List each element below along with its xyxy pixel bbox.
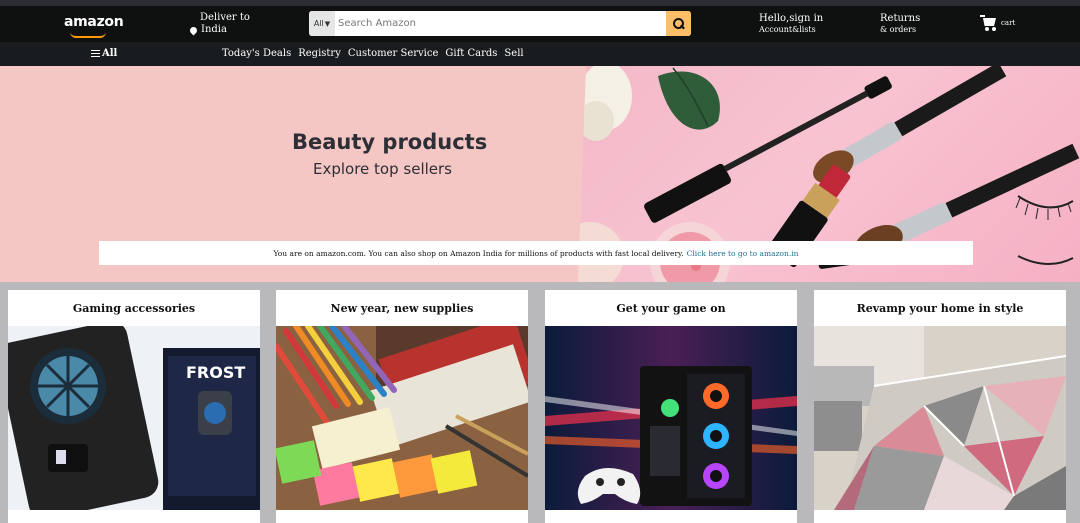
card-gaming-accessories[interactable]: Gaming accessories FROST [8, 290, 260, 523]
hamburger-icon [91, 50, 100, 57]
account-lists-label: Account&lists [759, 25, 816, 34]
chevron-down-icon: ▼ [324, 19, 331, 28]
amazon-logo[interactable]: amazon [64, 14, 124, 30]
card-revamp-home[interactable]: Revamp your home in style [814, 290, 1066, 523]
nav-link-gift-cards[interactable]: Gift Cards [445, 48, 497, 59]
frost-box-label: FROST [186, 363, 245, 382]
deliver-country: India [201, 24, 227, 35]
gaming-pc-image [545, 326, 797, 510]
hero-subtitle: Explore top sellers [313, 160, 452, 178]
deliver-to-label: Deliver to [200, 12, 250, 23]
cart-button[interactable]: cart [980, 15, 1015, 31]
subnav-links: Today's Deals Registry Customer Service … [222, 48, 524, 59]
nav-link-todays-deals[interactable]: Today's Deals [222, 48, 291, 59]
logo-smile-icon [70, 32, 106, 38]
nav-link-customer-service[interactable]: Customer Service [348, 48, 439, 59]
all-menu-label: All [102, 48, 118, 59]
search-icon [673, 18, 684, 29]
cart-label: cart [1001, 19, 1016, 27]
account-lists-button[interactable]: Hello,sign in Account&lists [759, 13, 823, 35]
deliver-to-button[interactable]: Deliver to India [188, 12, 250, 36]
card-get-your-game-on[interactable]: Get your game on [545, 290, 797, 523]
card-grid: Gaming accessories FROST New year, new s… [0, 282, 1080, 523]
secondary-navbar: All Today's Deals Registry Customer Serv… [0, 42, 1080, 66]
top-navbar: amazon Deliver to India All ▼ Hello,sign… [0, 6, 1080, 42]
nav-link-sell[interactable]: Sell [504, 48, 523, 59]
card-title: New year, new supplies [330, 302, 474, 315]
account-greeting: Hello,sign in [759, 13, 824, 24]
returns-label: Returns [880, 13, 921, 24]
cart-icon [980, 15, 998, 31]
region-notice: You are on amazon.com. You can also shop… [99, 241, 973, 265]
search-button[interactable] [666, 11, 691, 36]
search-input[interactable] [335, 11, 666, 36]
orders-label: & orders [880, 25, 917, 34]
hero-banner[interactable]: Beauty products Explore top sellers You … [0, 66, 1080, 282]
gaming-accessories-image: FROST [8, 326, 260, 510]
card-title: Revamp your home in style [856, 302, 1024, 315]
search-bar: All ▼ [309, 11, 691, 36]
search-category-select[interactable]: All ▼ [309, 11, 335, 36]
nav-link-registry[interactable]: Registry [298, 48, 341, 59]
location-pin-icon [188, 25, 199, 35]
search-category-label: All [313, 19, 324, 28]
card-title: Get your game on [616, 302, 726, 315]
school-supplies-image [276, 326, 528, 510]
all-menu-button[interactable]: All [91, 48, 117, 59]
home-rug-image [814, 326, 1066, 510]
go-to-amazon-in-link[interactable]: Click here to go to amazon.in [687, 249, 799, 258]
card-new-year-supplies[interactable]: New year, new supplies [276, 290, 528, 523]
card-title: Gaming accessories [72, 302, 196, 315]
hero-title: Beauty products [292, 130, 488, 154]
region-notice-text: You are on amazon.com. You can also shop… [273, 248, 684, 258]
returns-orders-button[interactable]: Returns & orders [880, 13, 920, 35]
